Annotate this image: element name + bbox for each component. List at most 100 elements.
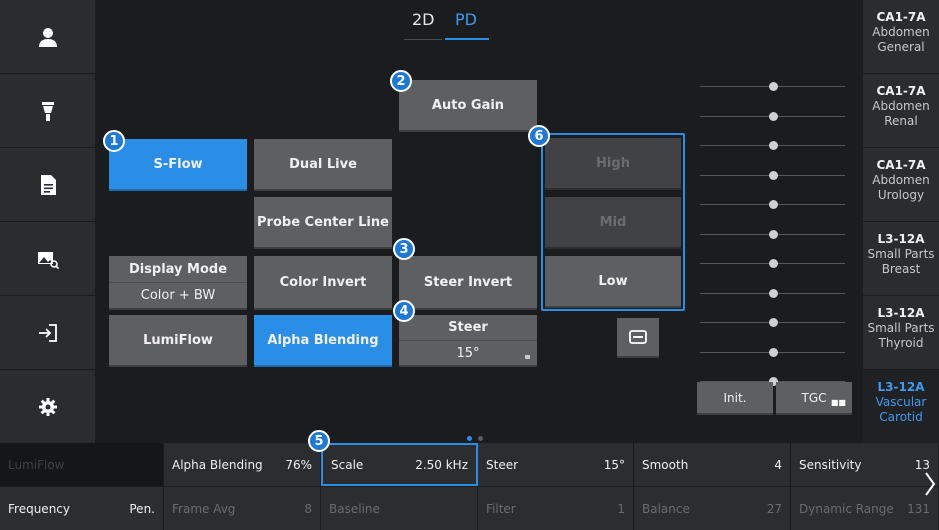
preset-label: Renal <box>884 114 918 128</box>
page-dot[interactable] <box>478 436 483 441</box>
preset-item[interactable]: L3-12A Small Parts Thyroid <box>863 296 939 370</box>
preset-label: Breast <box>881 262 921 276</box>
lumiflow-button[interactable]: LumiFlow <box>109 315 247 367</box>
parameter-bar: LumiFlow Alpha Blending 76% Scale 2.50 kHz St… <box>0 443 939 530</box>
image-review-button[interactable] <box>0 222 95 296</box>
tab-pd[interactable]: PD <box>455 10 477 29</box>
probe-button[interactable] <box>0 74 95 148</box>
probe-center-line-button[interactable]: Probe Center Line <box>254 197 392 249</box>
param-cell[interactable]: Scale 2.50 kHz <box>321 443 478 486</box>
param-label: Alpha Blending <box>172 457 263 472</box>
tgc-slider-knob[interactable] <box>769 348 778 357</box>
tgc-slider-knob[interactable] <box>769 318 778 327</box>
marker-5: 5 <box>308 430 330 452</box>
left-sidebar <box>0 0 95 443</box>
tgc-slider-knob[interactable] <box>769 200 778 209</box>
preset-probe-model: CA1-7A <box>876 10 926 24</box>
steer-button[interactable]: Steer 15° <box>399 315 537 367</box>
report-button[interactable] <box>0 148 95 222</box>
param-value: Pen. <box>129 501 155 516</box>
param-cell[interactable]: Steer 15° <box>478 443 634 486</box>
preset-item[interactable]: L3-12A Small Parts Breast <box>863 222 939 296</box>
param-label: Balance <box>642 501 690 516</box>
image-search-icon <box>37 251 59 269</box>
tgc-slider-knob[interactable] <box>769 171 778 180</box>
fullscreen-icon <box>629 330 647 344</box>
tgc-slider-knob[interactable] <box>769 112 778 121</box>
param-cell[interactable]: Smooth 4 <box>634 443 791 486</box>
level-low-button[interactable]: Low <box>545 256 681 308</box>
preset-probe-model: L3-12A <box>877 380 925 394</box>
exit-button[interactable] <box>0 296 95 370</box>
marker-1: 1 <box>103 130 125 152</box>
preset-item[interactable]: CA1-7A Abdomen Urology <box>863 148 939 222</box>
param-cell[interactable]: Dynamic Range 131 <box>791 487 939 530</box>
sflow-button[interactable]: S-Flow <box>109 139 247 191</box>
param-label: Smooth <box>642 457 689 472</box>
color-invert-button[interactable]: Color Invert <box>254 256 392 310</box>
param-label: Frame Avg <box>172 501 236 516</box>
steer-invert-button[interactable]: Steer Invert <box>399 256 537 310</box>
param-cell[interactable]: Frequency Pen. <box>0 487 164 530</box>
patient-button[interactable] <box>0 0 95 74</box>
param-value: 4 <box>774 457 782 472</box>
preset-label: General <box>877 40 925 54</box>
param-label: Scale <box>331 457 364 472</box>
param-cell[interactable]: LumiFlow <box>0 443 164 486</box>
tgc-slider-knob[interactable] <box>769 230 778 239</box>
settings-icon <box>38 398 57 416</box>
param-value: 2.50 kHz <box>415 457 468 472</box>
param-cell[interactable]: Frame Avg 8 <box>164 487 321 530</box>
tgc-slider-knob[interactable] <box>769 82 778 91</box>
param-label: Frequency <box>8 501 70 516</box>
marker-4: 4 <box>393 300 415 322</box>
param-label: Filter <box>486 501 516 516</box>
param-cell[interactable]: Baseline <box>321 487 478 530</box>
grid-dots-icon: ■■ <box>830 398 846 407</box>
tgc-slider-knob[interactable] <box>769 289 778 298</box>
display-mode-button[interactable]: Display Mode Color + BW <box>109 256 247 310</box>
param-cell[interactable]: Alpha Blending 76% <box>164 443 321 486</box>
tgc-slider-knob[interactable] <box>769 259 778 268</box>
preset-label: Small Parts <box>867 247 935 261</box>
preset-probe-model: CA1-7A <box>876 158 926 172</box>
level-mid-button[interactable]: Mid <box>545 197 681 249</box>
param-value: 1 <box>617 501 625 516</box>
marker-6: 6 <box>528 125 550 147</box>
param-value: 15° <box>603 457 625 472</box>
steer-label: Steer <box>448 320 488 335</box>
preset-label: Thyroid <box>878 336 924 350</box>
param-cell[interactable]: Sensitivity 13 <box>791 443 939 486</box>
dual-live-button[interactable]: Dual Live <box>254 139 392 191</box>
level-high-button[interactable]: High <box>545 138 681 190</box>
person-icon <box>38 27 57 47</box>
page-dot-active[interactable] <box>467 436 472 441</box>
preset-label: Abdomen <box>872 99 930 113</box>
tab-divider <box>404 39 442 40</box>
param-value: 131 <box>907 501 930 516</box>
param-label: Steer <box>486 457 519 472</box>
param-value: 13 <box>914 457 930 472</box>
settings-button[interactable] <box>0 370 95 444</box>
marker-2: 2 <box>390 70 412 92</box>
preset-item[interactable]: CA1-7A Abdomen Renal <box>863 74 939 148</box>
tgc-slider-knob[interactable] <box>769 141 778 150</box>
alpha-blending-button[interactable]: Alpha Blending <box>254 315 392 367</box>
param-label: Sensitivity <box>799 457 862 472</box>
preset-probe-model: L3-12A <box>877 306 925 320</box>
init-button[interactable]: Init. <box>697 382 773 415</box>
chevron-right-icon[interactable] <box>924 471 936 497</box>
tgc-button[interactable]: TGC ■■ <box>776 382 852 415</box>
preset-label: Vascular <box>875 395 927 409</box>
exit-icon <box>38 323 57 342</box>
preset-label: Carotid <box>879 410 923 424</box>
preset-item[interactable]: CA1-7A Abdomen General <box>863 0 939 74</box>
auto-gain-button[interactable]: Auto Gain <box>399 80 537 132</box>
fullscreen-button[interactable] <box>617 318 659 358</box>
param-value: 27 <box>766 501 782 516</box>
tgc-button-label: TGC <box>801 390 827 405</box>
param-cell[interactable]: Balance 27 <box>634 487 791 530</box>
param-cell[interactable]: Filter 1 <box>478 487 634 530</box>
tab-2d[interactable]: 2D <box>412 10 435 29</box>
preset-item[interactable]: L3-12A Vascular Carotid <box>863 370 939 444</box>
